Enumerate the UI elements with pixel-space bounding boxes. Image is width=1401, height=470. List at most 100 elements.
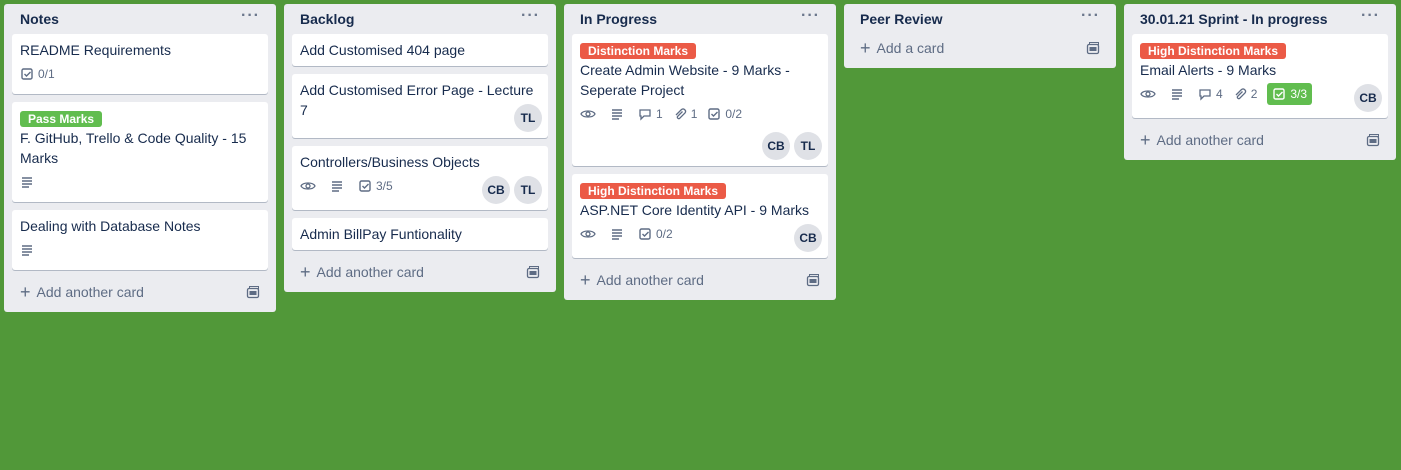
description-badge: [20, 175, 38, 189]
description-icon: [22, 245, 32, 256]
comments-count: 4: [1216, 87, 1223, 101]
list-menu-icon[interactable]: ···: [1081, 8, 1100, 27]
card-badges: [20, 170, 260, 194]
card-title: Admin BillPay Funtionality: [300, 226, 462, 242]
list-title[interactable]: Peer Review: [860, 11, 943, 27]
plus-icon: +: [580, 270, 591, 290]
description-badge: [610, 107, 628, 121]
card-title: Add Customised Error Page - Lecture 7: [300, 82, 534, 118]
checklist-icon: [359, 180, 371, 192]
checklist-badge: 3/5: [358, 176, 393, 196]
plus-icon: +: [1140, 130, 1151, 150]
list-header[interactable]: Backlog ···: [292, 4, 548, 34]
add-card-button[interactable]: + Add a card: [852, 34, 1108, 62]
checklist-count: 0/2: [725, 107, 743, 121]
avatar[interactable]: CB: [1354, 84, 1382, 112]
card-title: Create Admin Website - 9 Marks - Seperat…: [580, 62, 790, 98]
list-menu-icon[interactable]: ···: [1361, 8, 1380, 27]
card-title: Controllers/Business Objects: [300, 154, 480, 170]
card-members: TL: [514, 104, 542, 132]
list-in-progress: In Progress ··· Distinction Marks Create…: [564, 4, 836, 300]
watching-badge: [1140, 87, 1160, 101]
checklist-badge: 0/2: [707, 104, 742, 124]
avatar[interactable]: CB: [482, 176, 510, 204]
card[interactable]: Controllers/Business Objects 3/5 CB TL: [292, 146, 548, 210]
avatar[interactable]: TL: [514, 104, 542, 132]
attachments-count: 2: [1250, 87, 1258, 101]
list-peer-review: Peer Review ··· + Add a card: [844, 4, 1116, 68]
card-badges: 0/2: [580, 222, 820, 246]
list-menu-icon[interactable]: ···: [801, 8, 820, 27]
card-title: Dealing with Database Notes: [20, 218, 201, 234]
paperclip-icon: [1235, 88, 1246, 100]
list-title[interactable]: Backlog: [300, 11, 354, 27]
plus-icon: +: [300, 262, 311, 282]
card-badges: [20, 238, 260, 262]
checklist-count: 3/5: [376, 179, 393, 193]
template-icon[interactable]: [1366, 133, 1380, 147]
list-header[interactable]: In Progress ···: [572, 4, 828, 34]
list-title[interactable]: In Progress: [580, 11, 657, 27]
template-icon[interactable]: [1086, 41, 1100, 55]
add-card-button[interactable]: + Add another card: [572, 266, 828, 294]
card-badges: 4 2 3/3: [1140, 82, 1380, 106]
card-title: README Requirements: [20, 42, 171, 58]
list-menu-icon[interactable]: ···: [241, 8, 260, 27]
card-title: ASP.NET Core Identity API - 9 Marks: [580, 202, 810, 218]
avatar[interactable]: CB: [794, 224, 822, 252]
plus-icon: +: [860, 38, 871, 58]
card-label: Distinction Marks: [580, 43, 697, 59]
avatar[interactable]: TL: [794, 132, 822, 160]
template-icon[interactable]: [526, 265, 540, 279]
eye-icon: [580, 110, 596, 118]
add-card-button[interactable]: + Add another card: [12, 278, 268, 306]
checklist-icon: [21, 68, 33, 80]
list-notes: Notes ··· README Requirements 0/1 Pass M…: [4, 4, 276, 312]
list-header[interactable]: 30.01.21 Sprint - In progress ···: [1132, 4, 1388, 34]
list-header[interactable]: Peer Review ···: [852, 4, 1108, 34]
card-badges: 0/1: [20, 62, 260, 86]
card[interactable]: Dealing with Database Notes: [12, 210, 268, 270]
card[interactable]: High Distinction Marks ASP.NET Core Iden…: [572, 174, 828, 258]
list-title[interactable]: Notes: [20, 11, 59, 27]
card-badges: 1 1 0/2: [580, 102, 820, 126]
comments-count: 1: [656, 107, 663, 121]
plus-icon: +: [20, 282, 31, 302]
comments-badge: 1: [638, 104, 663, 124]
card[interactable]: Add Customised 404 page: [292, 34, 548, 66]
card[interactable]: Add Customised Error Page - Lecture 7 TL: [292, 74, 548, 138]
list-title[interactable]: 30.01.21 Sprint - In progress: [1140, 11, 1328, 27]
checklist-icon: [1273, 88, 1286, 100]
list-menu-icon[interactable]: ···: [521, 8, 540, 27]
card-members: CB: [1354, 84, 1382, 112]
avatar[interactable]: TL: [514, 176, 542, 204]
eye-icon: [300, 182, 316, 190]
checklist-icon: [639, 228, 651, 240]
template-icon[interactable]: [246, 285, 260, 299]
description-icon: [332, 181, 342, 192]
comment-icon: [1199, 89, 1211, 101]
add-card-button[interactable]: + Add another card: [1132, 126, 1388, 154]
card-members: CB: [794, 224, 822, 252]
eye-icon: [1140, 90, 1156, 98]
board: Notes ··· README Requirements 0/1 Pass M…: [0, 0, 1401, 470]
description-icon: [22, 177, 32, 188]
add-card-label: Add a card: [876, 40, 945, 56]
card[interactable]: Admin BillPay Funtionality: [292, 218, 548, 250]
card-label: Pass Marks: [20, 111, 103, 127]
card[interactable]: High Distinction Marks Email Alerts - 9 …: [1132, 34, 1388, 118]
comments-badge: 4: [1198, 84, 1223, 104]
description-icon: [1172, 89, 1182, 100]
card-title: Email Alerts - 9 Marks: [1140, 62, 1277, 78]
card[interactable]: README Requirements 0/1: [12, 34, 268, 94]
card[interactable]: Distinction Marks Create Admin Website -…: [572, 34, 828, 166]
description-badge: [1170, 87, 1188, 101]
template-icon[interactable]: [806, 273, 820, 287]
add-card-button[interactable]: + Add another card: [292, 258, 548, 286]
avatar[interactable]: CB: [762, 132, 790, 160]
card[interactable]: Pass Marks F. GitHub, Trello & Code Qual…: [12, 102, 268, 202]
add-card-label: Add another card: [596, 272, 704, 288]
description-icon: [612, 109, 622, 120]
card-label: High Distinction Marks: [1140, 43, 1287, 59]
list-header[interactable]: Notes ···: [12, 4, 268, 34]
